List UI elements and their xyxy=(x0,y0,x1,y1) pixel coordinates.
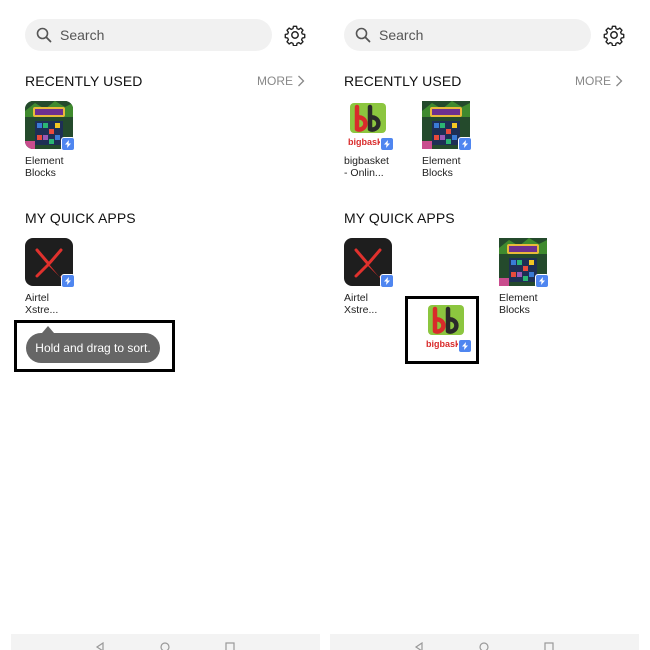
airtel-xstream-icon xyxy=(344,238,394,288)
search-input[interactable]: Search xyxy=(344,19,591,51)
bolt-icon xyxy=(462,140,468,148)
bolt-icon xyxy=(65,277,71,285)
element-blocks-icon xyxy=(422,101,472,151)
search-placeholder: Search xyxy=(60,27,105,43)
navigation-bar xyxy=(330,634,639,650)
recents-icon[interactable] xyxy=(225,642,235,650)
app-label: Airtel Xstre... xyxy=(344,292,378,316)
element-blocks-icon xyxy=(499,238,549,288)
home-icon[interactable] xyxy=(479,642,489,650)
bolt-icon xyxy=(65,140,71,148)
app-label: Element Blocks xyxy=(499,292,538,316)
home-icon[interactable] xyxy=(160,642,170,650)
app-element-blocks[interactable]: Element Blocks xyxy=(422,101,478,179)
search-input[interactable]: Search xyxy=(25,19,272,51)
gear-icon[interactable] xyxy=(603,24,625,46)
right-screen: Search RECENTLY USED MORE bigbask bigbas… xyxy=(325,0,650,650)
my-quick-apps-title: MY QUICK APPS xyxy=(25,210,136,226)
my-quick-apps-title: MY QUICK APPS xyxy=(344,210,455,226)
app-label: Airtel Xstre... xyxy=(25,292,59,316)
left-screen: Search RECENTLY USED MORE ElementBlocks xyxy=(0,0,325,650)
app-element-blocks[interactable]: Element Blocks xyxy=(25,101,81,179)
search-placeholder: Search xyxy=(379,27,424,43)
app-label: Element Blocks xyxy=(422,155,461,179)
bolt-icon xyxy=(539,277,545,285)
back-icon[interactable] xyxy=(414,642,424,650)
app-airtel-xstream[interactable]: Airtel Xstre... xyxy=(344,238,400,316)
app-label: Element Blocks xyxy=(25,155,64,179)
app-element-blocks[interactable]: Element Blocks xyxy=(499,238,555,316)
highlight-box xyxy=(405,296,479,364)
highlight-box xyxy=(14,320,175,372)
more-label: MORE xyxy=(575,74,611,88)
search-icon xyxy=(355,27,371,43)
bigbasket-logo-text: bigbask xyxy=(348,137,383,147)
recently-used-title: RECENTLY USED xyxy=(25,73,143,89)
bolt-icon xyxy=(384,140,390,148)
chevron-right-icon xyxy=(298,75,305,87)
quick-app-badge xyxy=(380,137,394,151)
quick-app-badge xyxy=(61,274,75,288)
more-link[interactable]: MORE xyxy=(575,74,623,88)
search-icon xyxy=(36,27,52,43)
airtel-xstream-icon xyxy=(25,238,75,288)
bigbasket-icon: bigbask xyxy=(344,101,394,151)
more-label: MORE xyxy=(257,74,293,88)
back-icon[interactable] xyxy=(95,642,105,650)
more-link[interactable]: MORE xyxy=(257,74,305,88)
chevron-right-icon xyxy=(616,75,623,87)
app-label: bigbasket - Onlin... xyxy=(344,155,389,179)
bolt-icon xyxy=(384,277,390,285)
gear-icon[interactable] xyxy=(284,24,306,46)
quick-app-badge xyxy=(61,137,75,151)
element-blocks-icon xyxy=(25,101,75,151)
quick-app-badge xyxy=(458,137,472,151)
quick-app-badge xyxy=(535,274,549,288)
quick-app-badge xyxy=(380,274,394,288)
app-bigbasket[interactable]: bigbask bigbasket - Onlin... xyxy=(344,101,400,179)
navigation-bar xyxy=(11,634,320,650)
recents-icon[interactable] xyxy=(544,642,554,650)
recently-used-title: RECENTLY USED xyxy=(344,73,462,89)
app-airtel-xstream[interactable]: Airtel Xstre... xyxy=(25,238,81,316)
